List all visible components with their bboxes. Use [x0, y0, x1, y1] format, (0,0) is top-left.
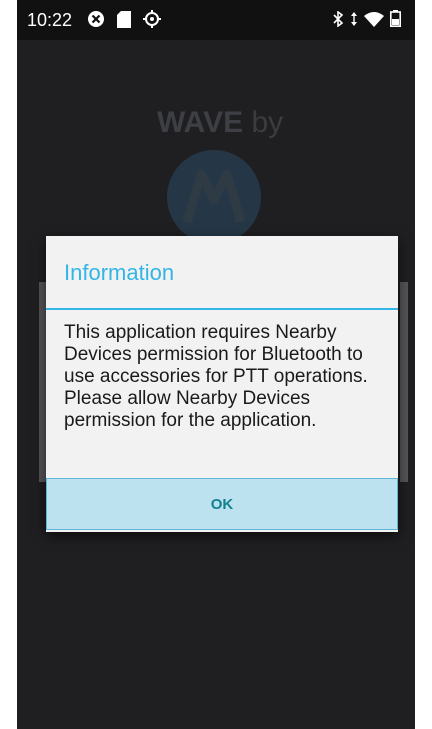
status-left-icons [87, 10, 161, 33]
status-time: 10:22 [27, 10, 73, 30]
status-bar: 10:22 [17, 0, 415, 40]
data-arrows-icon [350, 11, 358, 32]
motorola-logo-icon [167, 150, 261, 244]
logo-by-text: by [251, 106, 284, 139]
dialog-message: This application requires Nearby Devices… [64, 322, 368, 431]
bluetooth-icon [332, 9, 344, 32]
wifi-icon [364, 11, 384, 32]
background-panel-edge-right [400, 282, 408, 482]
status-right-icons [332, 9, 401, 32]
battery-icon [390, 10, 401, 32]
settings-cog-icon [143, 10, 161, 33]
phone-screen: 10:22 WAVE by Information This applicati… [17, 0, 415, 729]
information-dialog: Information This application requires Ne… [46, 236, 398, 532]
background-logo-text: WAVE by [157, 106, 283, 140]
dialog-divider [46, 308, 398, 310]
dialog-title: Information [64, 260, 175, 285]
ok-button[interactable]: OK [46, 478, 398, 530]
sd-card-icon [117, 10, 131, 33]
logo-wave-text: WAVE [157, 106, 244, 139]
no-signal-icon [87, 10, 105, 33]
